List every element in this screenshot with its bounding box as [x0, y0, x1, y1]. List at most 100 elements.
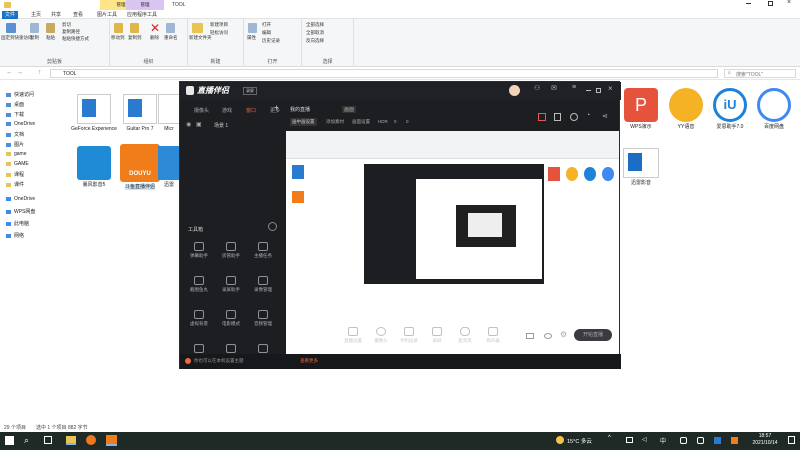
open-button[interactable]: 打开	[262, 22, 271, 28]
control-record[interactable]: 录屏	[424, 327, 450, 344]
add-scene-button[interactable]: +	[274, 103, 279, 112]
rename-icon[interactable]	[166, 23, 175, 33]
tool-record-manage[interactable]: 录像管理	[248, 276, 278, 293]
tab-window[interactable]: 窗口	[246, 107, 256, 114]
control-phone[interactable]: 手机投屏	[396, 327, 422, 344]
scene-label[interactable]: 场景 1	[214, 122, 228, 129]
tool-danmu[interactable]: 弹幕助手	[184, 242, 214, 259]
control-speaker[interactable]: 扬声器	[480, 327, 506, 344]
nav-onedrive[interactable]: OneDrive	[6, 121, 35, 127]
invert-selection-button[interactable]: 反向选择	[306, 38, 324, 44]
weather-text[interactable]: 15°C 多云	[567, 437, 592, 445]
paste-shortcut-button[interactable]: 粘贴快捷方式	[62, 36, 89, 42]
control-mic[interactable]: 麦克风	[452, 327, 478, 344]
tab-picture-tools[interactable]: 图片工具	[94, 11, 120, 19]
nav-documents[interactable]: 文档	[6, 131, 24, 138]
nav-network[interactable]: 网络	[6, 232, 24, 239]
nav-game[interactable]: game	[6, 151, 27, 157]
nav-courseware[interactable]: 课件	[6, 181, 24, 188]
minimize-icon[interactable]	[586, 90, 591, 91]
task-view-icon[interactable]	[44, 436, 52, 444]
nav-this-pc[interactable]: 此电脑	[6, 220, 29, 227]
move-icon[interactable]	[114, 23, 123, 33]
lock-icon[interactable]: ▣	[196, 121, 202, 128]
new-folder-button[interactable]: 新建文件夹	[189, 35, 212, 41]
picture-setting-button[interactable]: 画面设置	[352, 119, 370, 125]
record-icon[interactable]	[570, 113, 578, 121]
edit-button[interactable]: 编辑	[262, 30, 271, 36]
file-item[interactable]: Micr	[158, 94, 180, 132]
properties-icon[interactable]	[248, 23, 257, 33]
context-tab-manage-2[interactable]: 管理	[126, 0, 164, 10]
avatar[interactable]	[509, 85, 520, 96]
add-material-button[interactable]: 添加素材	[326, 119, 344, 125]
copy-icon[interactable]	[30, 23, 39, 33]
forward-icon[interactable]: →	[16, 69, 23, 76]
tray-app-icon[interactable]	[697, 437, 704, 444]
source-tab-my-live[interactable]: 我的直播	[290, 106, 310, 113]
tab-home[interactable]: 主页	[28, 11, 44, 19]
notice-link[interactable]: 查看更多	[300, 358, 318, 364]
start-live-button[interactable]: 开始直播	[574, 329, 612, 341]
minimize-icon[interactable]	[746, 3, 751, 4]
nav-onedrive-2[interactable]: OneDrive	[6, 196, 35, 202]
tab-app-tools[interactable]: 应用程序工具	[124, 11, 160, 19]
close-icon[interactable]: ×	[787, 0, 791, 6]
message-icon[interactable]: ✉	[551, 84, 557, 92]
tray-volume-icon[interactable]: ◁	[642, 436, 647, 443]
share-icon[interactable]: ⋖	[602, 112, 608, 120]
tool-virtual-bg[interactable]: 虚拟背景	[184, 310, 214, 327]
camera-small-icon[interactable]	[526, 333, 534, 339]
tray-network-icon[interactable]	[626, 437, 633, 443]
tray-app-icon[interactable]	[714, 437, 721, 444]
close-icon[interactable]: ×	[608, 84, 613, 93]
eye-icon[interactable]: ◉	[186, 121, 191, 128]
source-tab-picture[interactable]: 画面	[342, 106, 357, 113]
clock-time[interactable]: 18:57	[748, 433, 782, 439]
tools-settings-icon[interactable]	[268, 222, 277, 231]
search-icon[interactable]: ⌕	[24, 435, 29, 446]
firefox-task-icon[interactable]	[86, 435, 96, 445]
search-box[interactable]: ⌕ 搜索"TOOL"	[724, 69, 796, 78]
paste-icon[interactable]	[46, 23, 55, 33]
tool-audio[interactable]: 音频管理	[248, 310, 278, 327]
tray-arrow-icon[interactable]: ^	[608, 435, 611, 441]
hdr-button[interactable]: HDR	[378, 119, 388, 124]
windows-start-icon[interactable]	[5, 436, 14, 445]
weather-icon[interactable]	[556, 436, 564, 444]
settings-icon[interactable]: ⚙	[560, 330, 567, 339]
shirt-icon[interactable]: ⚇	[534, 84, 540, 92]
notification-icon[interactable]	[788, 436, 795, 444]
file-item[interactable]: 迅雷	[158, 146, 180, 188]
tray-ime-icon[interactable]: 中	[660, 436, 666, 445]
control-live-settings[interactable]: 直播设置	[340, 327, 366, 344]
nav-downloads[interactable]: 下载	[6, 111, 24, 118]
nav-quick-access[interactable]: 快速访问	[6, 91, 34, 98]
nav-course[interactable]: 课程	[6, 171, 24, 178]
maximize-icon[interactable]	[596, 88, 601, 93]
easy-access-button[interactable]: 轻松访问	[210, 30, 228, 36]
nav-pictures[interactable]: 图片	[6, 141, 24, 148]
tool-movie[interactable]: 电影模式	[216, 310, 246, 327]
tab-camera[interactable]: 摄像头	[194, 107, 209, 114]
copy-path-button[interactable]: 复制路径	[62, 29, 80, 35]
douyu-task-icon[interactable]	[106, 435, 117, 446]
bell-icon[interactable]: ◔	[586, 112, 590, 119]
paste-button[interactable]: 粘贴	[46, 35, 55, 41]
new-item-button[interactable]: 新建项目	[210, 22, 228, 28]
pip-setting-button[interactable]: 画中画设置	[290, 118, 317, 126]
delete-icon[interactable]: ✕	[150, 21, 160, 35]
control-camera[interactable]: 摄像头	[368, 327, 394, 344]
tab-share[interactable]: 共享	[48, 11, 64, 19]
lock-icon[interactable]	[554, 113, 561, 121]
clock-date[interactable]: 2021/10/14	[748, 440, 782, 446]
nav-wps-drive[interactable]: WPS网盘	[6, 208, 35, 215]
address-bar[interactable]: TOOL	[50, 69, 718, 78]
properties-button[interactable]: 属性	[247, 35, 256, 41]
copyto-icon[interactable]	[130, 23, 139, 33]
tool-screenshot[interactable]: 截图鱼丸	[184, 276, 214, 293]
tray-app-icon[interactable]	[731, 437, 738, 444]
nav-desktop[interactable]: 桌面	[6, 101, 24, 108]
copy-button[interactable]: 复制	[30, 35, 39, 41]
maximize-icon[interactable]	[768, 1, 773, 6]
